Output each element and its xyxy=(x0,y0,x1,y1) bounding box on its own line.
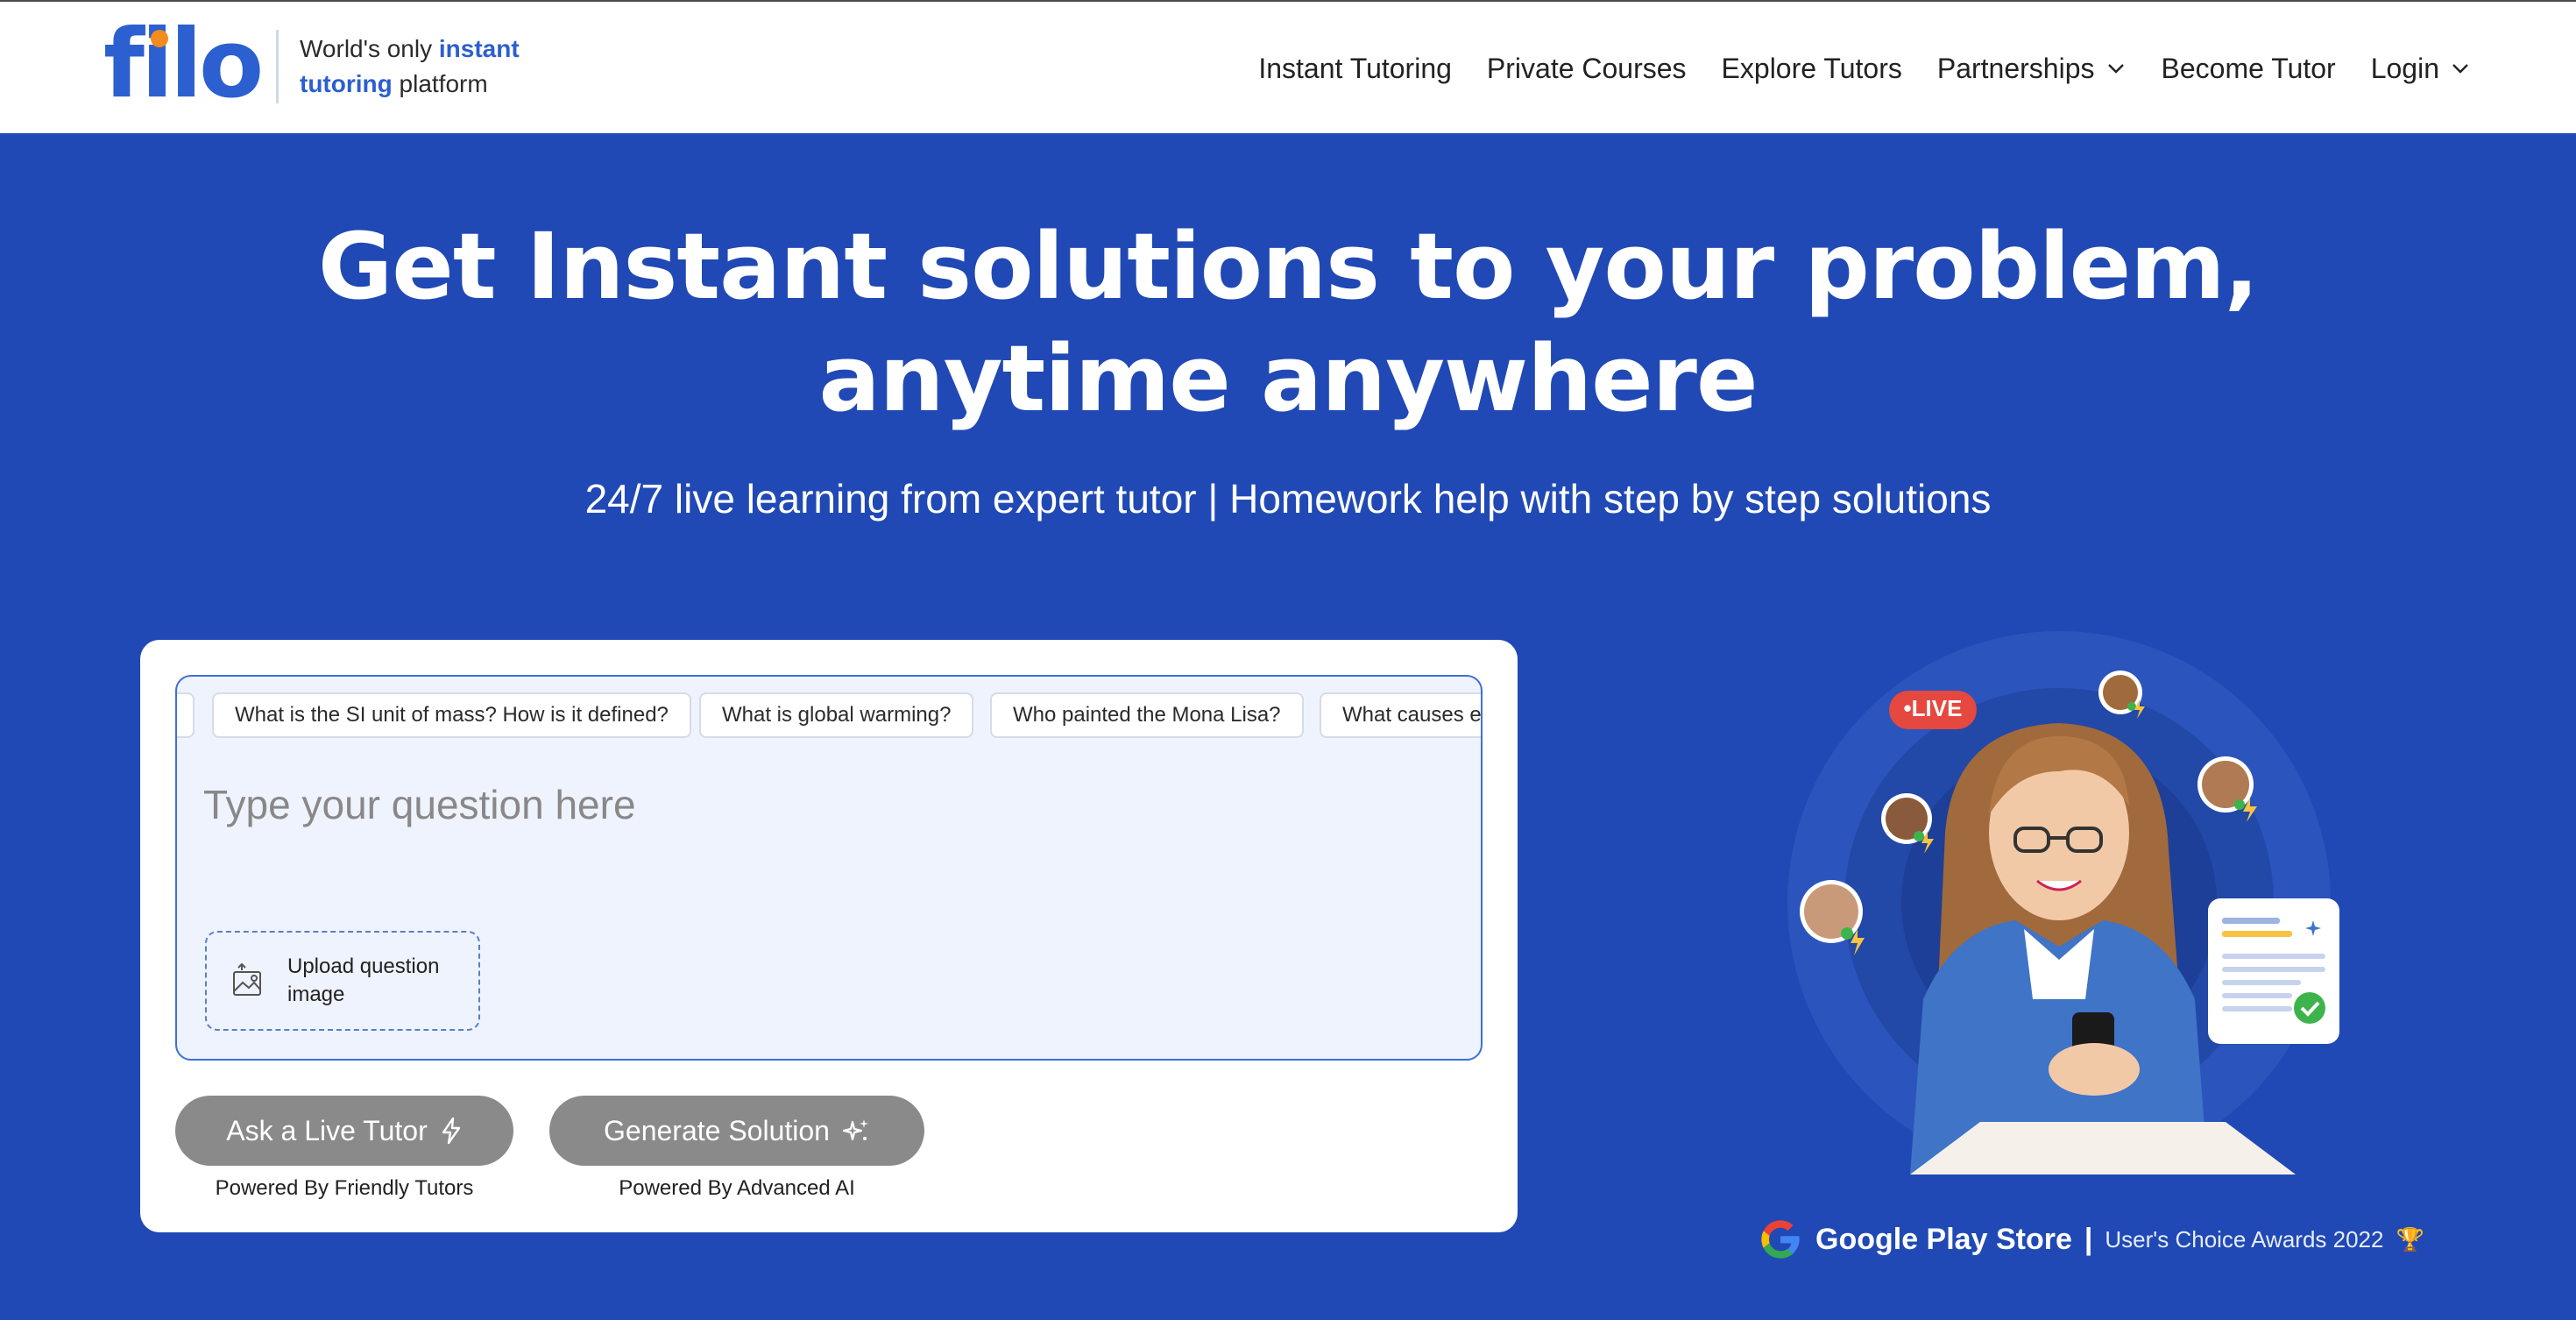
suggestion-chip[interactable]: What is global warming? xyxy=(699,692,974,738)
hero-illustration: •LIVE xyxy=(1787,631,2339,1175)
tagline-prefix: World's only xyxy=(300,35,439,62)
suggestion-chip[interactable]: What causes earthquakes? xyxy=(1320,692,1481,738)
question-card: What is the SI unit of mass? How is it d… xyxy=(140,640,1518,1232)
nav-label: Private Courses xyxy=(1486,52,1687,84)
suggestion-chip-partial[interactable] xyxy=(177,692,195,738)
generate-solution-label: Generate Solution xyxy=(604,1114,830,1146)
question-box: What is the SI unit of mass? How is it d… xyxy=(175,675,1483,1061)
nav-partnerships[interactable]: Partnerships xyxy=(1937,53,2127,85)
main-nav: Instant Tutoring Private Courses Explore… xyxy=(1258,40,2471,96)
sparkle-icon xyxy=(842,1119,868,1141)
upload-image-icon xyxy=(233,963,261,996)
logo-divider xyxy=(276,30,279,103)
ask-live-tutor-button[interactable]: Ask a Live Tutor xyxy=(175,1096,513,1166)
google-g-icon xyxy=(1761,1220,1800,1259)
nav-label: Login xyxy=(2370,52,2439,84)
tagline: World's only instant tutoring platform xyxy=(300,32,563,102)
hero-title: Get Instant solutions to your problem, a… xyxy=(317,213,2259,432)
generate-solution-button[interactable]: Generate Solution xyxy=(549,1096,924,1166)
nav-become-tutor[interactable]: Become Tutor xyxy=(2162,53,2336,85)
logo-dot xyxy=(151,30,168,47)
nav-instant-tutoring[interactable]: Instant Tutoring xyxy=(1258,53,1452,85)
solution-card-graphic xyxy=(2208,898,2339,1044)
nav-explore-tutors[interactable]: Explore Tutors xyxy=(1722,53,1902,85)
generate-solution-caption: Powered By Advanced AI xyxy=(619,1176,855,1200)
trophy-icon: 🏆 xyxy=(2396,1225,2424,1253)
site-header: filo World's only instant tutoring platf… xyxy=(0,0,2576,133)
nav-label: Partnerships xyxy=(1936,52,2095,84)
suggestion-chips: What is the SI unit of mass? How is it d… xyxy=(177,692,1481,740)
nav-private-courses[interactable]: Private Courses xyxy=(1487,53,1687,85)
upload-question-image-button[interactable]: Upload question image xyxy=(205,931,480,1031)
tagline-suffix: platform xyxy=(392,70,488,97)
live-tutor-caption: Powered By Friendly Tutors xyxy=(215,1176,474,1200)
nav-label: Explore Tutors xyxy=(1721,52,1902,84)
logo-wordmark: filo xyxy=(103,10,264,119)
nav-label: Instant Tutoring xyxy=(1258,52,1452,84)
lightning-icon xyxy=(442,1117,460,1145)
filo-logo[interactable]: filo xyxy=(103,10,264,119)
ask-live-tutor-label: Ask a Live Tutor xyxy=(226,1114,428,1146)
upload-label: Upload question image xyxy=(287,955,440,1006)
question-input[interactable] xyxy=(203,761,1456,848)
award-separator: | xyxy=(2084,1222,2093,1256)
suggestion-chip[interactable]: What is the SI unit of mass? How is it d… xyxy=(212,692,691,738)
suggestion-chip[interactable]: Who painted the Mona Lisa? xyxy=(990,692,1304,738)
nav-login[interactable]: Login xyxy=(2371,53,2471,85)
chevron-down-icon xyxy=(2107,64,2124,74)
award-text: User's Choice Awards 2022 xyxy=(2105,1225,2384,1253)
live-badge-label: •LIVE xyxy=(1904,695,1963,721)
google-play-award: Google Play Store | User's Choice Awards… xyxy=(1758,1215,2424,1264)
chevron-down-icon xyxy=(2452,64,2468,74)
award-store-name: Google Play Store xyxy=(1815,1222,2072,1256)
hero-subtitle: 24/7 live learning from expert tutor | H… xyxy=(584,476,1992,522)
nav-label: Become Tutor xyxy=(2161,52,2336,84)
